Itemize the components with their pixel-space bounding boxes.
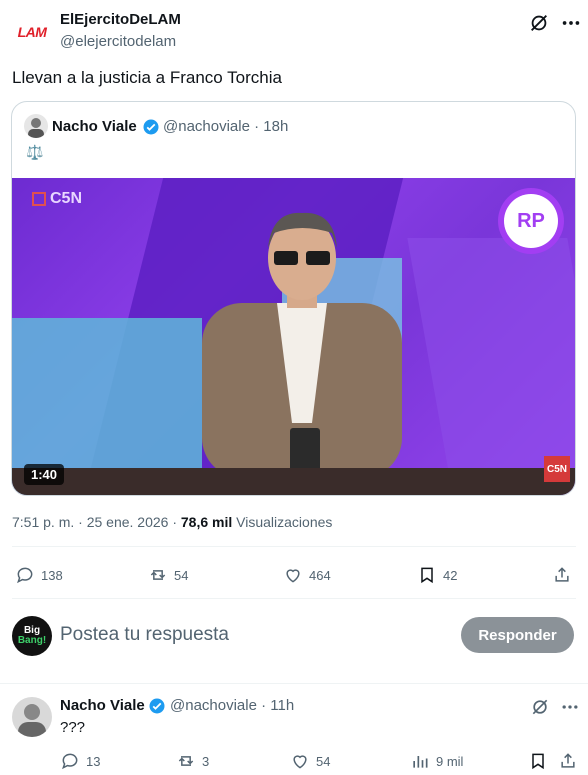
video-desk — [12, 468, 575, 495]
quoted-text: ⚖️ — [26, 144, 44, 160]
quoted-author-name: Nacho Viale — [52, 118, 137, 135]
reply-author-handle: @nachoviale · 11h — [170, 697, 295, 714]
reply-button[interactable]: 138 — [15, 565, 63, 585]
author-avatar[interactable]: LAM — [12, 12, 52, 52]
bookmark-button[interactable]: 42 — [417, 565, 457, 585]
reply-icon — [62, 753, 78, 770]
reply-repost-button[interactable]: 3 — [176, 751, 209, 771]
author-handle[interactable]: @elejercitodelam — [60, 33, 176, 50]
reply-text: ??? — [60, 719, 86, 736]
tweet-text: Llevan a la justicia a Franco Torchia — [12, 68, 282, 87]
video-presenter — [202, 212, 402, 478]
heart-icon — [293, 755, 307, 769]
channel-logo-icon — [32, 192, 46, 206]
channel-logo: C5N — [32, 190, 82, 208]
share-icon[interactable] — [552, 565, 572, 585]
more-options-icon[interactable] — [560, 697, 580, 717]
reply-reply-button[interactable]: 13 — [60, 751, 100, 771]
views-count: 78,6 mil — [180, 514, 233, 530]
views-label: Visualizaciones — [232, 514, 333, 530]
bookmark-icon[interactable] — [528, 751, 548, 771]
grok-icon[interactable] — [530, 697, 550, 717]
respond-button[interactable]: Responder — [461, 617, 574, 653]
views-icon — [413, 756, 428, 768]
reply-like-button[interactable]: 54 — [290, 751, 330, 771]
post-meta: 7:51 p. m. · 25 ene. 2026 · 78,6 mil Vis… — [12, 514, 332, 530]
quoted-tweet[interactable]: Nacho Viale @nachoviale · 18h ⚖️ C5N RP … — [11, 101, 576, 496]
post-timestamp[interactable]: 7:51 p. m. · 25 ene. 2026 · — [12, 514, 181, 530]
grok-icon[interactable] — [528, 12, 550, 34]
rp-logo: RP — [498, 188, 564, 254]
reply-author-avatar[interactable] — [12, 697, 52, 737]
author-name[interactable]: ElEjercitoDeLAM — [60, 11, 181, 28]
reply-author-name[interactable]: Nacho Viale — [60, 697, 145, 714]
reply-views-button[interactable]: 9 mil — [410, 751, 463, 771]
repost-icon — [178, 756, 194, 766]
verified-badge-icon — [149, 698, 165, 714]
reply-icon — [17, 567, 33, 584]
user-avatar[interactable]: Big Bang! — [12, 616, 52, 656]
video-player[interactable]: C5N RP C5N 1:40 — [12, 178, 575, 495]
quoted-author-avatar[interactable] — [24, 114, 48, 138]
reply-input[interactable]: Postea tu respuesta — [60, 624, 229, 646]
divider — [0, 683, 588, 684]
share-icon[interactable] — [558, 751, 578, 771]
repost-icon — [150, 570, 166, 580]
verified-badge-icon — [143, 119, 159, 135]
bookmark-icon — [421, 567, 433, 584]
channel-watermark: C5N — [544, 456, 570, 482]
divider — [12, 546, 576, 547]
divider — [12, 598, 576, 599]
heart-icon — [286, 569, 300, 583]
more-options-icon[interactable] — [560, 12, 582, 34]
repost-button[interactable]: 54 — [148, 565, 188, 585]
quoted-author-handle: @nachoviale · 18h — [163, 118, 289, 135]
like-button[interactable]: 464 — [283, 565, 331, 585]
video-duration: 1:40 — [24, 464, 65, 485]
